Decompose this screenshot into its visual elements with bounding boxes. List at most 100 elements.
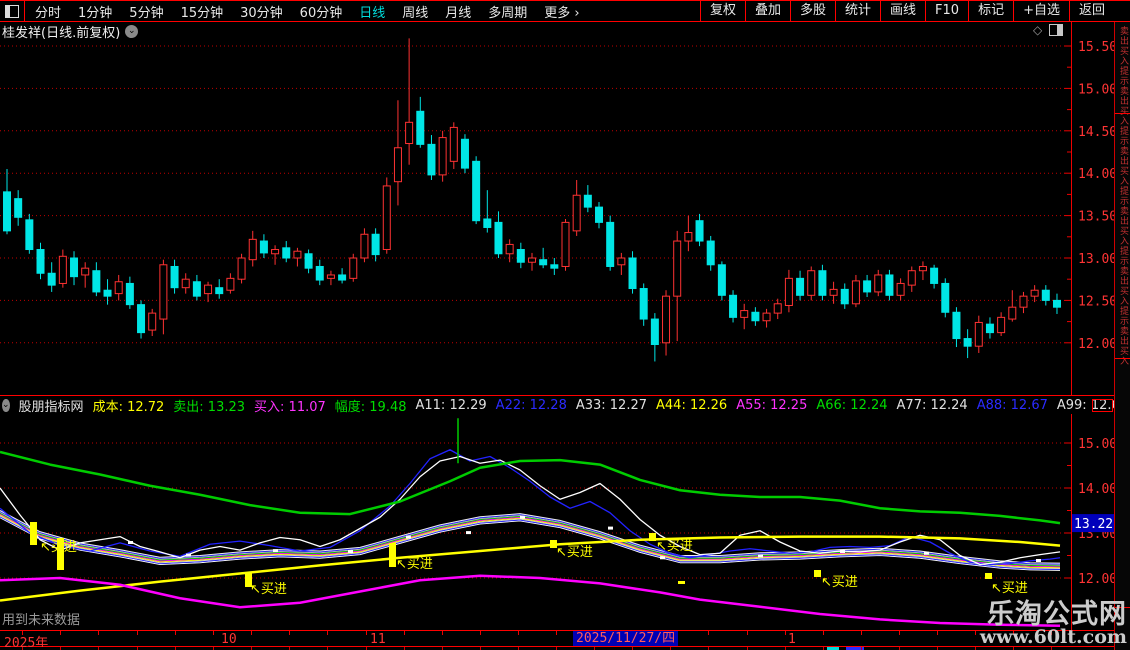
date-tick — [556, 631, 557, 635]
candles — [3, 38, 1061, 362]
svg-text:13.00: 13.00 — [1078, 527, 1117, 542]
date-tick — [937, 631, 938, 635]
tool-button-8[interactable]: 返回 — [1068, 1, 1114, 21]
date-axis-bar[interactable]: 2025年 10 11 1 2025/11/27/四 — [0, 630, 1115, 650]
chart-canvas[interactable]: 15.50 15.00 14.50 14.00 13.50 13.00 12.50 12.00… — [0, 0, 1130, 650]
period-tab-4[interactable]: 30分钟 — [240, 2, 283, 21]
date-tick — [175, 631, 176, 635]
svg-text:14.50: 14.50 — [1078, 125, 1117, 140]
period-tab-1[interactable]: 1分钟 — [78, 2, 112, 21]
indicator-field-A44: A44: 12.26 — [656, 397, 728, 413]
date-tick — [518, 631, 519, 635]
svg-text:14.00: 14.00 — [1078, 482, 1117, 497]
selected-date-label: 2025/11/27/四 — [573, 631, 679, 646]
indicator-field-A77: A77: 12.24 — [896, 397, 968, 413]
svg-text:13.00: 13.00 — [1078, 252, 1117, 267]
indicator-header: ⌄ 股朋指标网 成本: 12.72 卖出: 13.23 买入: 11.07 幅度: 1… — [0, 395, 1117, 414]
svg-text:↖买进: ↖买进 — [656, 539, 693, 554]
indicator-field-A22: A22: 12.28 — [495, 397, 567, 413]
last-value-badge: 13.22 — [1072, 514, 1116, 533]
svg-text:14.00: 14.00 — [1078, 167, 1117, 182]
layout-split-icon[interactable] — [0, 1, 25, 21]
top-toolbar: 分时 1分钟 5分钟 15分钟 30分钟 60分钟 日线 周线 月线 多周期 更多 › 复权 叠加 多股… — [0, 0, 1130, 22]
svg-text:15.50: 15.50 — [1078, 40, 1117, 55]
indicator-lines — [0, 418, 1061, 627]
svg-text:13.22: 13.22 — [1074, 517, 1113, 532]
watermark-name: 乐淘公式网 — [987, 599, 1127, 630]
chevron-down-icon[interactable]: ⌄ — [2, 398, 10, 412]
svg-text:15.00: 15.00 — [1078, 82, 1117, 97]
indicator-field-A11: A11: 12.29 — [415, 397, 487, 413]
period-tab-7[interactable]: 周线 — [402, 2, 428, 21]
date-tick — [708, 631, 709, 635]
window-pane-icon[interactable] — [1049, 24, 1064, 36]
date-tick — [251, 631, 252, 635]
indicator-field-A88: A88: 12.67 — [976, 397, 1048, 413]
indicator-field-幅度: 幅度: 19.48 — [334, 399, 407, 415]
svg-text:↖买进: ↖买进 — [556, 545, 593, 560]
svg-text:↖买进: ↖买进 — [821, 575, 858, 590]
svg-text:12.00: 12.00 — [1078, 337, 1117, 352]
tool-button-4[interactable]: 画线 — [880, 1, 925, 21]
period-tabs: 分时 1分钟 5分钟 15分钟 30分钟 60分钟 日线 周线 月线 多周期 更多 › — [35, 2, 580, 21]
svg-text:↖买进: ↖买进 — [991, 581, 1028, 596]
date-tick — [366, 631, 367, 635]
tool-button-1[interactable]: 叠加 — [744, 1, 790, 21]
date-tick — [60, 631, 61, 635]
sidebar-divider — [1115, 113, 1130, 114]
indicator-mini-box[interactable] — [1092, 399, 1113, 412]
date-tick — [404, 631, 405, 635]
period-tab-3[interactable]: 15分钟 — [181, 2, 224, 21]
diamond-icon[interactable]: ◇ — [1033, 23, 1042, 37]
svg-text:12.50: 12.50 — [1078, 294, 1117, 309]
tool-button-5[interactable]: F10 — [925, 1, 968, 21]
date-tick — [823, 631, 824, 635]
date-tick — [899, 631, 900, 635]
tool-button-6[interactable]: 标记 — [968, 1, 1013, 21]
date-tick — [98, 631, 99, 635]
date-tick — [861, 631, 862, 635]
date-tick — [213, 631, 214, 635]
period-tab-8[interactable]: 月线 — [445, 2, 471, 21]
indicator-field-A33: A33: 12.27 — [575, 397, 648, 413]
svg-text:↖买进: ↖买进 — [396, 557, 433, 572]
buy-signals: ↖买进 ↖买进 ↖买进 ↖买进 ↖买进 ↖买进 ↖买进 — [30, 522, 1028, 597]
right-sidebar-strip[interactable]: 卖出买入提示卖出买入提示卖出买入提示卖出买入提示卖出买入提示卖出买入 — [1114, 0, 1130, 650]
date-tick — [289, 631, 290, 635]
gridlines — [0, 45, 1062, 579]
svg-text:15.00: 15.00 — [1078, 437, 1117, 452]
indicator-field-A55: A55: 12.25 — [736, 397, 808, 413]
indicator-field-卖出: 卖出: 13.23 — [173, 399, 246, 415]
future-data-note: 用到未来数据 — [2, 613, 81, 628]
period-tab-2[interactable]: 5分钟 — [129, 2, 163, 21]
tool-button-0[interactable]: 复权 — [699, 1, 745, 21]
svg-text:↖买进: ↖买进 — [250, 582, 287, 597]
chevron-down-icon[interactable]: ⌄ — [125, 25, 139, 38]
window-icons: ◇ — [1033, 23, 1064, 37]
tool-button-7[interactable]: +自选 — [1013, 1, 1069, 21]
chart-title-bar: 桂发祥(日线.前复权) ⌄ — [2, 22, 139, 41]
period-tab-10[interactable]: 更多 › — [544, 2, 579, 21]
frame-lines — [0, 21, 1115, 630]
date-label: 1 — [788, 632, 796, 647]
date-label: 10 — [221, 632, 237, 647]
indicator-field-成本: 成本: 12.72 — [92, 399, 165, 415]
watermark: 乐淘公式网 www.60lt.com — [980, 601, 1127, 647]
date-label: 11 — [370, 632, 386, 647]
date-tick — [785, 631, 786, 635]
page-title: 桂发祥(日线.前复权) — [2, 26, 121, 41]
date-tick — [480, 631, 481, 635]
svg-text:12.00: 12.00 — [1078, 572, 1117, 587]
period-tab-6[interactable]: 日线 — [359, 2, 385, 21]
svg-text:13.50: 13.50 — [1078, 210, 1117, 225]
period-tab-5[interactable]: 60分钟 — [300, 2, 343, 21]
tool-button-2[interactable]: 多股 — [789, 1, 835, 21]
period-tab-0[interactable]: 分时 — [35, 2, 61, 21]
period-tab-9[interactable]: 多周期 — [488, 2, 527, 21]
date-tick — [137, 631, 138, 635]
indicator-field-A66: A66: 12.24 — [816, 397, 888, 413]
sidebar-vertical-text: 卖出买入提示卖出买入提示卖出买入提示卖出买入提示卖出买入提示卖出买入 — [1118, 26, 1128, 366]
svg-text:↖买进: ↖买进 — [40, 540, 77, 555]
date-tick — [442, 631, 443, 635]
tool-button-3[interactable]: 统计 — [835, 1, 880, 21]
